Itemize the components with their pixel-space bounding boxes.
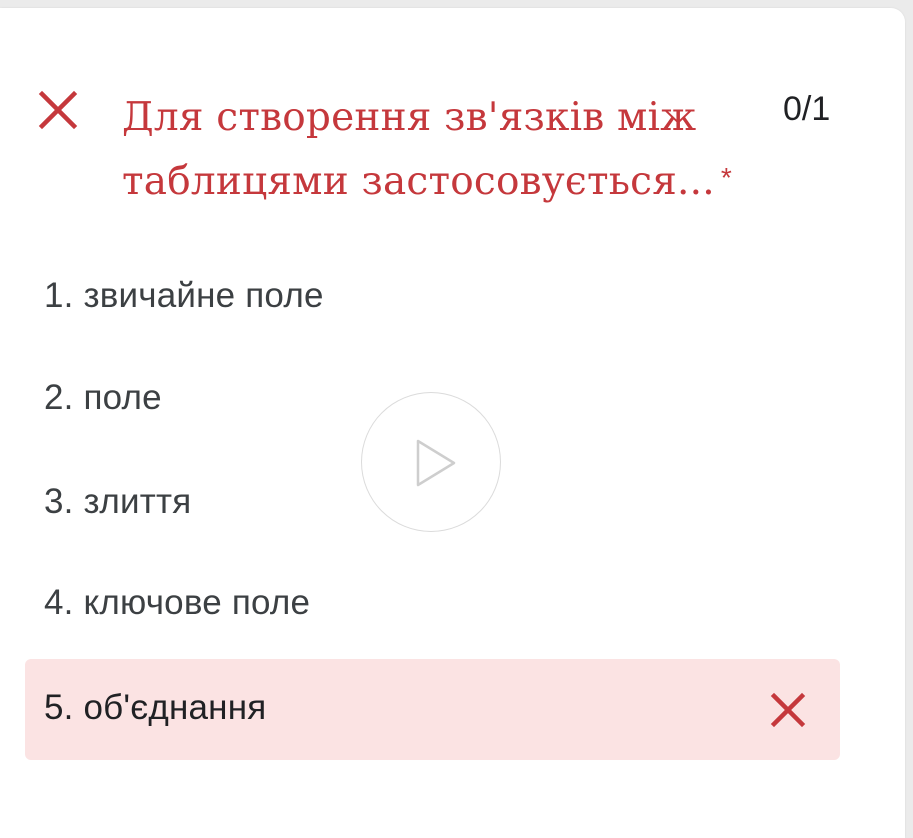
required-marker: * — [720, 162, 732, 193]
option-3[interactable]: 3. злиття — [44, 482, 191, 522]
question-card: Для створення зв'язків між таблицями зас… — [0, 8, 905, 838]
question-score: 0/1 — [783, 90, 831, 128]
play-icon — [416, 439, 456, 487]
question-title: Для створення зв'язків між таблицями зас… — [122, 86, 782, 214]
question-text: Для створення зв'язків між таблицями зас… — [122, 95, 715, 204]
option-5: 5. об'єднання — [44, 688, 267, 727]
option-4[interactable]: 4. ключове поле — [44, 583, 310, 623]
option-1[interactable]: 1. звичайне поле — [44, 276, 324, 316]
close-icon — [770, 692, 806, 728]
option-2[interactable]: 2. поле — [44, 378, 162, 418]
option-5-selected-incorrect[interactable]: 5. об'єднання — [25, 659, 840, 760]
close-icon — [38, 90, 78, 130]
video-play-button[interactable] — [361, 392, 501, 532]
